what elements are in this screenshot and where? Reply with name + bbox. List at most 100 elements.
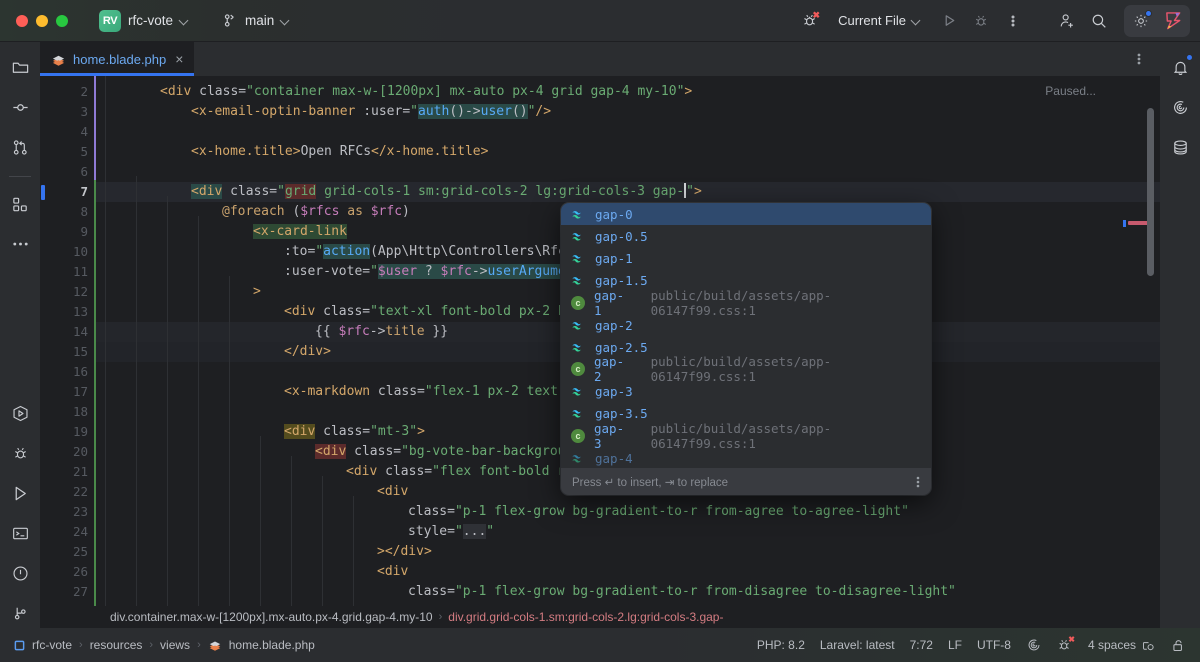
run-button[interactable] (934, 7, 964, 35)
editor-tab-actions (1124, 42, 1160, 76)
debug-error-icon[interactable]: ✖ (795, 7, 825, 35)
line-number: 27 (40, 582, 88, 602)
tailwind-icon (571, 407, 586, 420)
sidebar-item-database[interactable] (1164, 130, 1196, 164)
editor-tab-home-blade-php[interactable]: home.blade.php × (40, 42, 194, 76)
left-tool-window-bar (0, 42, 40, 640)
line-number: 22 (40, 482, 88, 502)
css-icon: c (571, 296, 585, 310)
sidebar-item-run[interactable] (4, 476, 36, 510)
line-number: 11 (40, 262, 88, 282)
completion-item[interactable]: c gap-3 public/build/assets/app-06147f99… (561, 425, 931, 447)
close-window-button[interactable] (16, 15, 28, 27)
debug-button[interactable] (966, 7, 996, 35)
path-segment-views[interactable]: views (160, 638, 190, 652)
laravel-icon (1171, 98, 1190, 117)
code-line-27: class="p-1 flex-grow bg-gradient-to-r fr… (408, 582, 956, 602)
laravel-icon[interactable] (1026, 637, 1042, 653)
settings-gear-small-icon[interactable] (1141, 638, 1156, 653)
add-user-icon[interactable] (1052, 7, 1082, 35)
ai-assistant-icon[interactable] (1158, 7, 1188, 35)
completion-item[interactable]: c gap-2 public/build/assets/app-06147f99… (561, 358, 931, 380)
code-line-7: <div class="grid grid-cols-1 sm:grid-col… (191, 182, 702, 202)
chevron-down-icon (912, 16, 921, 25)
branch-icon (223, 13, 238, 28)
completion-label: gap-2 (595, 318, 633, 333)
tailwind-icon (571, 208, 586, 221)
code-line-19: <div class="mt-3"> (284, 422, 425, 442)
minimize-window-button[interactable] (36, 15, 48, 27)
editor-breadcrumb[interactable]: div.container.max-w-[1200px].mx-auto.px-… (40, 606, 1160, 628)
indent-setting-widget[interactable]: 4 spaces (1088, 638, 1136, 652)
search-icon[interactable] (1084, 7, 1114, 35)
branch-selector[interactable]: main (216, 10, 297, 31)
completion-item[interactable]: gap-1 (561, 247, 931, 269)
file-encoding-widget[interactable]: UTF-8 (977, 638, 1011, 652)
line-number-current: 7 (40, 182, 88, 202)
sidebar-item-laravel[interactable] (1164, 90, 1196, 124)
sidebar-item-pull-requests[interactable] (4, 130, 36, 164)
code-line-23: class="p-1 flex-grow bg-gradient-to-r fr… (408, 502, 909, 522)
file-path-breadcrumb: rfc-vote › resources › views › home.blad… (0, 638, 315, 652)
sidebar-item-version-control[interactable] (4, 596, 36, 630)
sidebar-item-debug[interactable] (4, 436, 36, 470)
more-vertical-icon[interactable] (916, 475, 920, 489)
sidebar-item-notifications[interactable] (1164, 50, 1196, 84)
breadcrumb-element-2[interactable]: div.grid.grid-cols-1.sm:grid-cols-2.lg:g… (448, 610, 723, 624)
lock-icon[interactable] (1171, 638, 1186, 653)
line-number: 21 (40, 462, 88, 482)
completion-location: public/build/assets/app-06147f99.css:1 (651, 288, 921, 318)
editor-vertical-scrollbar[interactable] (1147, 108, 1154, 276)
completion-item[interactable]: gap-4 (561, 447, 931, 468)
completion-list[interactable]: gap-0 gap-0.5 gap-1 gap-1.5 (561, 203, 931, 468)
code-line-9: <x-card-link (253, 222, 347, 242)
completion-label: gap-1 (595, 251, 633, 266)
sidebar-item-run-anything[interactable] (4, 396, 36, 430)
pull-request-icon (11, 138, 30, 157)
more-vertical-icon[interactable] (998, 7, 1028, 35)
caret-position-widget[interactable]: 7:72 (910, 638, 933, 652)
settings-update-badge (1145, 10, 1152, 17)
debugger-status-label: Paused... (1045, 84, 1096, 98)
debug-error-widget[interactable]: ✖ (1057, 637, 1073, 653)
path-segment-file[interactable]: home.blade.php (229, 638, 315, 652)
title-bar: RV rfc-vote main ✖ (0, 0, 1200, 42)
line-number: 14 (40, 322, 88, 342)
path-segment-project[interactable]: rfc-vote (32, 638, 72, 652)
code-line-12: > (253, 282, 261, 302)
laravel-version-widget[interactable]: Laravel: latest (820, 638, 895, 652)
project-selector[interactable]: RV rfc-vote (96, 7, 196, 35)
line-number: 20 (40, 442, 88, 462)
sidebar-item-commit[interactable] (4, 90, 36, 124)
sidebar-item-more-tool-windows[interactable] (4, 227, 36, 261)
editor-tab-options-button[interactable] (1124, 45, 1154, 73)
code-completion-popup[interactable]: gap-0 gap-0.5 gap-1 gap-1.5 (561, 203, 931, 495)
sidebar-item-project[interactable] (4, 50, 36, 84)
error-stripe-blue[interactable] (1123, 220, 1126, 227)
tailwind-icon (571, 230, 586, 243)
error-stripe-red[interactable] (1128, 221, 1148, 225)
line-number: 23 (40, 502, 88, 522)
title-bar-right-group (1124, 5, 1190, 37)
chevron-down-icon (180, 16, 189, 25)
php-version-widget[interactable]: PHP: 8.2 (757, 638, 805, 652)
line-number: 4 (40, 122, 88, 142)
line-number: 9 (40, 222, 88, 242)
completion-item[interactable]: c gap-1 public/build/assets/app-06147f99… (561, 292, 931, 314)
gear-icon[interactable] (1126, 7, 1156, 35)
sidebar-item-structure[interactable] (4, 187, 36, 221)
completion-item[interactable]: gap-0.5 (561, 225, 931, 247)
completion-label: gap-2 (594, 354, 630, 384)
line-separator-widget[interactable]: LF (948, 638, 962, 652)
completion-hint: Press ↵ to insert, ⇥ to replace (572, 475, 728, 489)
chevron-down-icon (281, 16, 290, 25)
completion-item[interactable]: gap-0 (561, 203, 931, 225)
sidebar-item-terminal[interactable] (4, 516, 36, 550)
run-anything-icon (11, 404, 30, 423)
path-segment-resources[interactable]: resources (90, 638, 143, 652)
breadcrumb-element-1[interactable]: div.container.max-w-[1200px].mx-auto.px-… (110, 610, 433, 624)
close-icon[interactable]: × (173, 52, 185, 66)
maximize-window-button[interactable] (56, 15, 68, 27)
run-configuration-selector[interactable]: Current File (829, 9, 930, 32)
sidebar-item-problems[interactable] (4, 556, 36, 590)
